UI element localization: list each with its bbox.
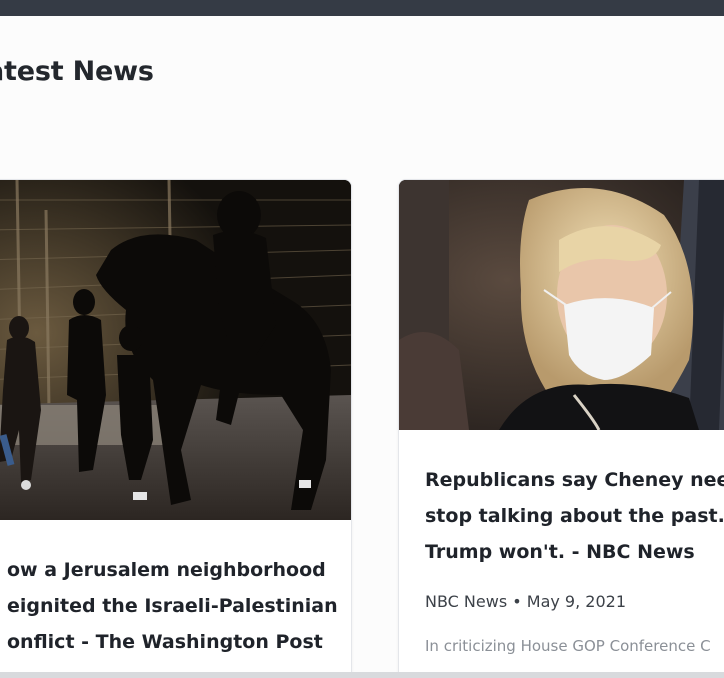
news-card[interactable]: ow a Jerusalem neighborhood eignited the…: [0, 179, 352, 678]
article-image[interactable]: [399, 180, 724, 430]
article-title-line[interactable]: eignited the Israeli-Palestinian: [7, 595, 338, 617]
card-body: Republicans say Cheney need stop talking…: [425, 462, 724, 659]
card-body: ow a Jerusalem neighborhood eignited the…: [7, 552, 338, 660]
article-title[interactable]: ow a Jerusalem neighborhood eignited the…: [7, 552, 338, 660]
article-image[interactable]: [0, 180, 351, 520]
article-title-line[interactable]: stop talking about the past. E: [425, 505, 724, 527]
article-title-line[interactable]: onflict - The Washington Post: [7, 631, 323, 653]
article-title-line[interactable]: ow a Jerusalem neighborhood: [7, 559, 326, 581]
section-title: atest News: [0, 56, 154, 87]
news-card[interactable]: Republicans say Cheney need stop talking…: [398, 179, 724, 678]
news-page: atest News ow a Jerusalem neighborhood e…: [0, 16, 724, 678]
article-title[interactable]: Republicans say Cheney need stop talking…: [425, 462, 724, 570]
article-title-line[interactable]: Republicans say Cheney need: [425, 469, 724, 491]
article-excerpt: In criticizing House GOP Conference C: [425, 637, 711, 655]
article-title-line[interactable]: Trump won't. - NBC News: [425, 541, 695, 563]
article-meta: NBC News • May 9, 2021: [425, 592, 626, 611]
page-bottom-edge: [0, 672, 724, 678]
browser-top-bar: [0, 0, 724, 16]
